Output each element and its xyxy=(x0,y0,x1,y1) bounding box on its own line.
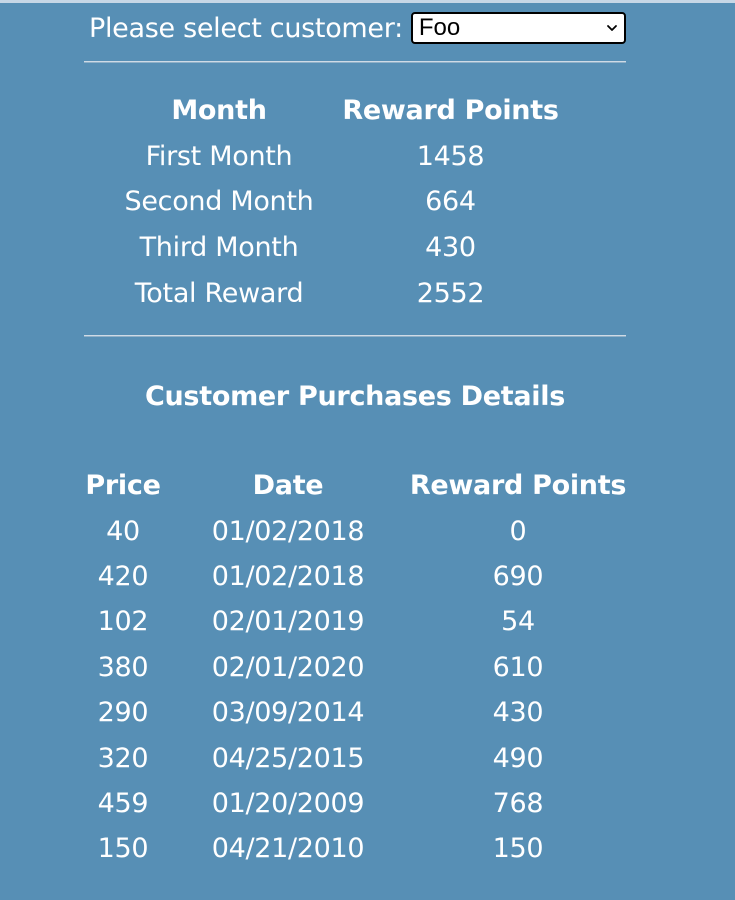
points-cell: 490 xyxy=(492,742,544,774)
reward-summary-table: Month Reward Points First Month 1458 Sec… xyxy=(110,88,573,316)
points-cell: 0 xyxy=(509,515,527,547)
month-cell: Third Month xyxy=(139,232,299,264)
header-date: Date xyxy=(252,470,324,502)
table-row: Total Reward 2552 xyxy=(110,270,573,316)
price-cell: 459 xyxy=(97,787,149,819)
points-cell: 1458 xyxy=(416,140,485,172)
points-cell: 430 xyxy=(425,232,476,264)
date-cell: 02/01/2019 xyxy=(211,606,365,638)
points-cell: 768 xyxy=(492,787,544,819)
purchases-section-title: Customer Purchases Details xyxy=(145,381,565,412)
price-cell: 102 xyxy=(97,606,149,638)
date-cell: 02/01/2020 xyxy=(211,651,365,683)
month-cell: First Month xyxy=(145,140,293,172)
customer-select-label: Please select customer: xyxy=(89,12,403,44)
points-cell: 690 xyxy=(492,560,544,592)
price-cell: 420 xyxy=(97,560,149,592)
header-reward-points: Reward Points xyxy=(342,95,559,127)
month-cell: Total Reward xyxy=(134,277,304,309)
purchases-header-row: Price Date Reward Points xyxy=(78,463,628,508)
price-cell: 40 xyxy=(106,515,140,547)
customer-selector-row: Please select customer: Foo xyxy=(89,10,626,46)
header-month: Month xyxy=(171,95,267,127)
points-cell: 150 xyxy=(492,833,544,865)
table-row: 102 02/01/2019 54 xyxy=(78,599,628,644)
price-cell: 290 xyxy=(97,697,149,729)
table-row: First Month 1458 xyxy=(110,134,573,180)
date-cell: 01/02/2018 xyxy=(211,515,365,547)
chevron-down-icon xyxy=(606,25,617,31)
date-cell: 04/21/2010 xyxy=(211,833,365,865)
table-row: 40 01/02/2018 0 xyxy=(78,508,628,553)
points-cell: 664 xyxy=(425,186,476,218)
points-cell: 2552 xyxy=(416,277,485,309)
divider-middle xyxy=(84,335,626,337)
date-cell: 01/20/2009 xyxy=(211,787,365,819)
header-reward-points: Reward Points xyxy=(409,470,627,502)
date-cell: 03/09/2014 xyxy=(211,697,365,729)
points-cell: 610 xyxy=(492,651,544,683)
table-row: 380 02/01/2020 610 xyxy=(78,645,628,690)
table-row: 459 01/20/2009 768 xyxy=(78,781,628,826)
points-cell: 430 xyxy=(492,697,544,729)
table-row: 150 04/21/2010 150 xyxy=(78,826,628,871)
customer-select[interactable]: Foo xyxy=(410,12,626,44)
date-cell: 01/02/2018 xyxy=(211,560,365,592)
month-cell: Second Month xyxy=(124,186,314,218)
divider-top xyxy=(84,61,626,63)
price-cell: 150 xyxy=(97,833,149,865)
price-cell: 380 xyxy=(97,651,149,683)
table-row: Third Month 430 xyxy=(110,225,573,271)
reward-summary-header-row: Month Reward Points xyxy=(110,88,573,134)
customer-select-value: Foo xyxy=(418,14,461,41)
price-cell: 320 xyxy=(97,742,149,774)
table-row: Second Month 664 xyxy=(110,179,573,225)
header-price: Price xyxy=(85,470,161,502)
table-row: 420 01/02/2018 690 xyxy=(78,554,628,599)
table-row: 320 04/25/2015 490 xyxy=(78,735,628,780)
purchases-table: Price Date Reward Points 40 01/02/2018 0… xyxy=(78,463,628,872)
date-cell: 04/25/2015 xyxy=(211,742,365,774)
points-cell: 54 xyxy=(501,606,535,638)
top-edge xyxy=(0,0,735,3)
table-row: 290 03/09/2014 430 xyxy=(78,690,628,735)
